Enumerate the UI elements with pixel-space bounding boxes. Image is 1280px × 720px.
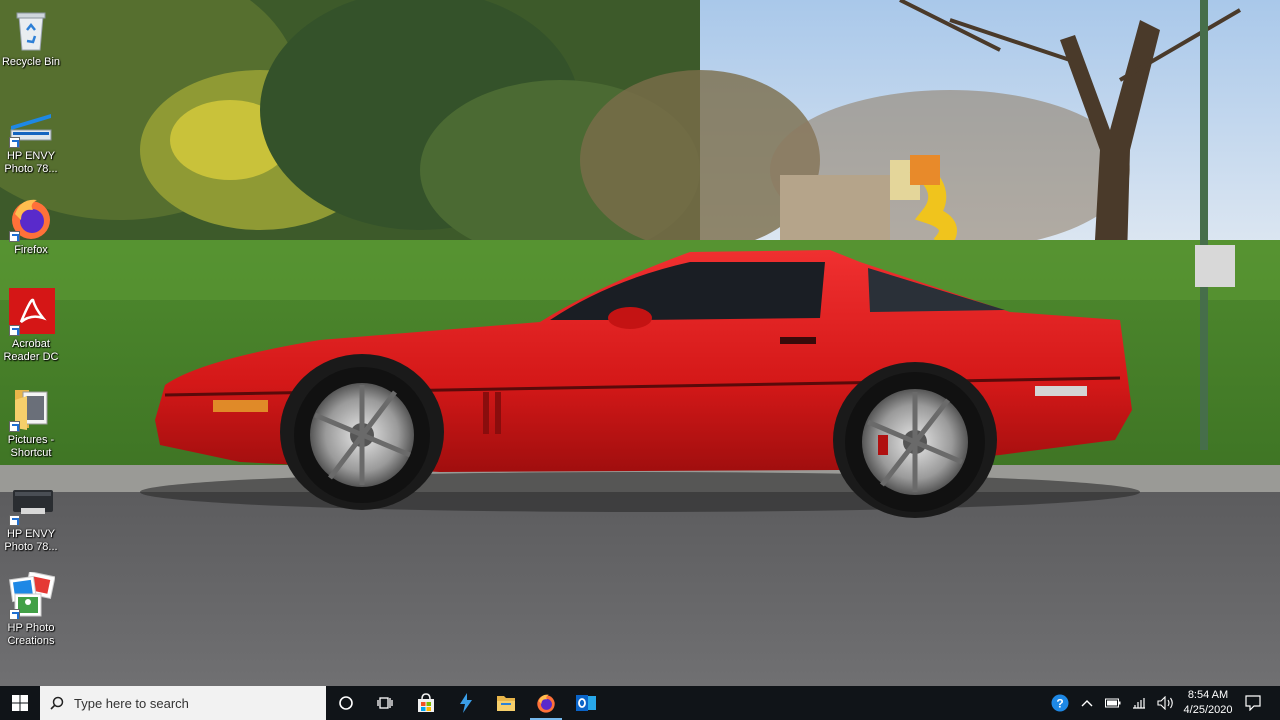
store-icon: [418, 693, 434, 712]
show-hidden-icons-button[interactable]: [1076, 686, 1098, 720]
shortcut-arrow-icon: [9, 137, 20, 148]
svg-text:?: ?: [1056, 697, 1063, 711]
wifi-icon: [1133, 698, 1145, 709]
desktop-icon-firefox[interactable]: Firefox: [0, 194, 62, 257]
file-explorer-icon: [497, 696, 515, 711]
desktop-icon-hp-envy-printer[interactable]: HP ENVY Photo 78...: [0, 478, 62, 554]
taskbar-app-firefox[interactable]: [526, 686, 566, 720]
taskbar-app-store[interactable]: [406, 686, 446, 720]
shortcut-arrow-icon: [9, 421, 20, 432]
volume-button[interactable]: [1154, 686, 1178, 720]
desktop-icon-acrobat[interactable]: Acrobat Reader DC: [0, 288, 62, 364]
taskbar-app-bolt[interactable]: [446, 686, 486, 720]
desktop-wallpaper: [0, 0, 1280, 686]
windows-logo-icon: [12, 695, 28, 711]
desktop-icon-label: HP ENVY Photo 78...: [4, 150, 58, 175]
help-icon: ?: [1051, 694, 1069, 712]
battery-button[interactable]: [1102, 686, 1124, 720]
cortana-icon: [339, 696, 353, 710]
taskbar: ? 8:54 AM 4/25/2020: [0, 686, 1280, 720]
firefox-icon: [537, 694, 555, 713]
taskbar-app-file-explorer[interactable]: [486, 686, 526, 720]
search-input[interactable]: [72, 694, 316, 712]
desktop-icon-pictures-shortcut[interactable]: Pictures - Shortcut: [0, 384, 62, 460]
task-view-button[interactable]: [366, 686, 406, 720]
desktop-icon-label: HP Photo Creations: [7, 622, 55, 647]
desktop-icon-label: Firefox: [14, 244, 48, 256]
notification-icon: [1245, 695, 1261, 711]
chevron-up-icon: [1081, 700, 1093, 707]
recycle-bin-icon: [16, 12, 46, 51]
speaker-icon: [1157, 696, 1173, 710]
shortcut-arrow-icon: [9, 609, 20, 620]
shortcut-arrow-icon: [9, 231, 20, 242]
taskbar-app-outlook[interactable]: [566, 686, 606, 720]
desktop-icon-label: Recycle Bin: [1, 56, 61, 68]
clock[interactable]: 8:54 AM 4/25/2020: [1180, 686, 1236, 720]
network-button[interactable]: [1128, 686, 1150, 720]
shortcut-arrow-icon: [9, 325, 20, 336]
start-button[interactable]: [0, 686, 40, 720]
notifications-button[interactable]: [1238, 686, 1268, 720]
clock-date: 4/25/2020: [1183, 704, 1233, 716]
desktop-icon-label: Acrobat Reader DC: [3, 338, 59, 363]
clock-time: 8:54 AM: [1187, 689, 1229, 701]
bolt-app-icon: [460, 693, 472, 713]
desktop-icon-hp-photo-creations[interactable]: HP Photo Creations: [0, 570, 62, 648]
desktop-icon-recycle-bin[interactable]: Recycle Bin: [0, 6, 62, 69]
shortcut-arrow-icon: [9, 515, 20, 526]
outlook-icon: [576, 695, 596, 711]
cortana-button[interactable]: [326, 686, 366, 720]
tray-help-button[interactable]: ?: [1048, 686, 1072, 720]
taskbar-search-box[interactable]: [40, 686, 326, 720]
search-icon: [50, 696, 64, 710]
desktop-icon-label: HP ENVY Photo 78...: [4, 528, 58, 553]
task-view-icon: [377, 697, 393, 709]
desktop-icon-label: Pictures - Shortcut: [7, 434, 55, 459]
desktop-icon-hp-envy-scan[interactable]: HP ENVY Photo 78...: [0, 100, 62, 176]
battery-icon: [1105, 698, 1121, 708]
